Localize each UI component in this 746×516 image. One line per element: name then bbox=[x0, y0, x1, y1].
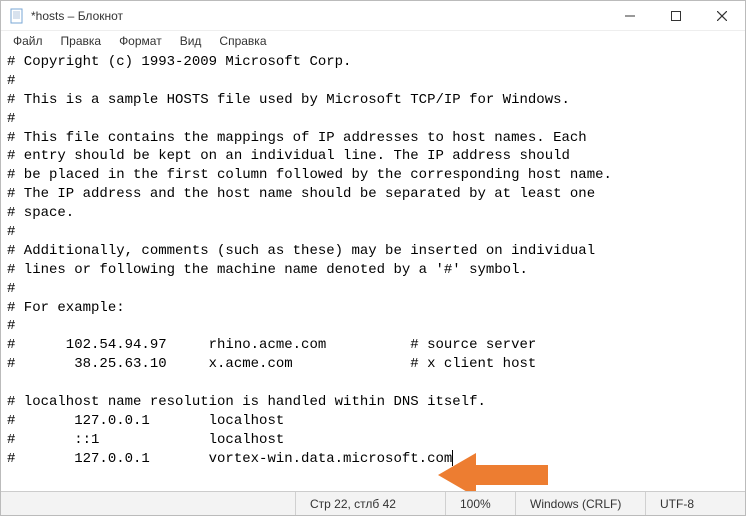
window-controls bbox=[607, 1, 745, 30]
notepad-icon bbox=[9, 8, 25, 24]
status-line-ending: Windows (CRLF) bbox=[515, 492, 645, 515]
menu-edit[interactable]: Правка bbox=[53, 32, 110, 50]
status-empty bbox=[1, 492, 295, 515]
text-cursor bbox=[452, 450, 453, 466]
menubar: Файл Правка Формат Вид Справка bbox=[1, 31, 745, 51]
status-position: Стр 22, стлб 42 bbox=[295, 492, 445, 515]
file-content: # Copyright (c) 1993-2009 Microsoft Corp… bbox=[7, 54, 612, 467]
maximize-button[interactable] bbox=[653, 1, 699, 30]
statusbar: Стр 22, стлб 42 100% Windows (CRLF) UTF-… bbox=[1, 491, 745, 515]
annotation-arrow-icon bbox=[438, 445, 558, 491]
text-editor-area[interactable]: # Copyright (c) 1993-2009 Microsoft Corp… bbox=[1, 51, 745, 491]
titlebar: *hosts – Блокнот bbox=[1, 1, 745, 31]
status-encoding: UTF-8 bbox=[645, 492, 745, 515]
menu-format[interactable]: Формат bbox=[111, 32, 170, 50]
menu-file[interactable]: Файл bbox=[5, 32, 51, 50]
close-button[interactable] bbox=[699, 1, 745, 30]
status-zoom: 100% bbox=[445, 492, 515, 515]
menu-help[interactable]: Справка bbox=[211, 32, 274, 50]
menu-view[interactable]: Вид bbox=[172, 32, 210, 50]
minimize-button[interactable] bbox=[607, 1, 653, 30]
window-title: *hosts – Блокнот bbox=[31, 9, 123, 23]
